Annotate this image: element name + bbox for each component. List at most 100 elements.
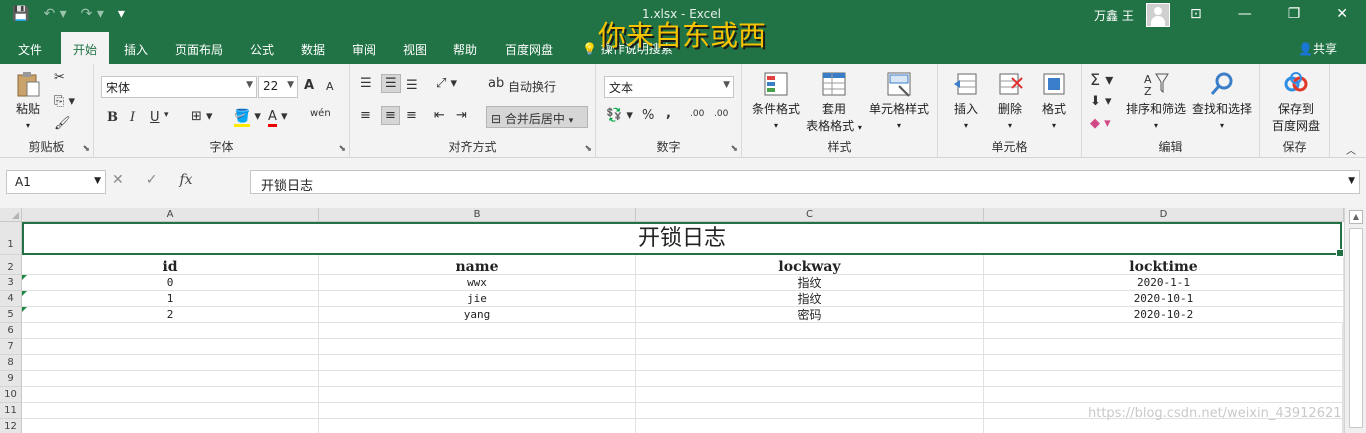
row-header[interactable]: 5 <box>0 307 22 323</box>
table-cell[interactable]: 密码 <box>636 307 984 323</box>
formula-input[interactable]: 开锁日志 ▼ <box>250 170 1360 194</box>
table-header-cell[interactable]: name <box>319 255 636 275</box>
table-cell[interactable]: 1 <box>22 291 319 307</box>
font-color-icon[interactable]: A ▾ <box>268 109 288 127</box>
font-name-select[interactable]: 宋体 ▼ <box>101 76 257 98</box>
avatar[interactable] <box>1146 3 1170 27</box>
row-header[interactable]: 2 <box>0 255 22 275</box>
align-left-icon[interactable]: ≡ <box>360 108 371 123</box>
align-bottom-icon[interactable]: ☰ <box>406 78 418 93</box>
dialog-launcher-icon[interactable]: ⬊ <box>338 144 346 154</box>
save-icon[interactable]: 💾 <box>12 6 29 22</box>
column-header-d[interactable]: D <box>984 208 1344 222</box>
sort-filter-button[interactable]: AZ 排序和筛选 ▾ <box>1124 70 1188 131</box>
decrease-decimal-icon[interactable]: .00 <box>714 109 728 119</box>
align-top-icon[interactable]: ☰ <box>360 76 372 91</box>
minimize-icon[interactable]: — <box>1238 6 1252 22</box>
autosum-icon[interactable]: Σ ▾ <box>1090 70 1113 89</box>
dialog-launcher-icon[interactable]: ⬊ <box>730 144 738 154</box>
row-header[interactable]: 12 <box>0 419 22 433</box>
tab-baidu-netdisk[interactable]: 百度网盘 <box>505 41 553 58</box>
undo-icon[interactable]: ↶ ▾ <box>43 6 66 22</box>
row-header[interactable]: 10 <box>0 387 22 403</box>
delete-cells-button[interactable]: 删除 ▾ <box>990 70 1030 131</box>
align-center-icon[interactable]: ≡ <box>381 106 400 125</box>
cut-icon[interactable]: ✂ <box>54 70 65 85</box>
increase-indent-icon[interactable]: ⇥ <box>456 108 467 123</box>
worksheet-grid[interactable]: A B C D 1 2 3 4 5 6 7 8 9 10 11 12 id na… <box>0 208 1344 433</box>
tab-help[interactable]: 帮助 <box>453 41 477 58</box>
clear-icon[interactable]: ◆ ▾ <box>1090 116 1111 131</box>
insert-function-icon[interactable]: fx <box>179 172 192 188</box>
table-cell[interactable]: 指纹 <box>636 275 984 291</box>
cancel-icon[interactable]: ✕ <box>112 172 124 188</box>
phonetic-guide-icon[interactable]: wén <box>310 108 331 119</box>
font-size-select[interactable]: 22 ▼ <box>258 76 298 98</box>
save-to-baidu-button[interactable]: 保存到 百度网盘 <box>1268 70 1324 134</box>
border-icon[interactable]: ⊞ ▾ <box>191 109 213 124</box>
column-header-a[interactable]: A <box>22 208 319 222</box>
share-button[interactable]: 👤共享 <box>1298 40 1337 57</box>
table-header-cell[interactable]: locktime <box>984 255 1344 275</box>
chevron-down-icon[interactable]: ▾ <box>164 110 169 120</box>
close-icon[interactable]: ✕ <box>1336 6 1348 22</box>
table-cell[interactable]: 2020-10-2 <box>984 307 1344 323</box>
format-painter-icon[interactable]: 🖌 <box>54 116 71 131</box>
row-header[interactable]: 6 <box>0 323 22 339</box>
row-header[interactable]: 3 <box>0 275 22 291</box>
row-header[interactable]: 11 <box>0 403 22 419</box>
copy-icon[interactable]: ⎘ ▾ <box>54 94 75 109</box>
name-box[interactable]: A1 ▼ <box>6 170 106 194</box>
column-header-b[interactable]: B <box>319 208 636 222</box>
collapse-ribbon-icon[interactable]: ︿ <box>1346 142 1356 157</box>
table-cell[interactable]: 指纹 <box>636 291 984 307</box>
vertical-scrollbar[interactable]: ▲ <box>1344 208 1366 433</box>
increase-decimal-icon[interactable]: .00 <box>690 109 704 119</box>
paste-button[interactable]: 粘贴 ▾ <box>8 70 48 131</box>
user-name[interactable]: 万鑫 王 <box>1094 7 1134 24</box>
comma-button[interactable]: , <box>666 106 671 121</box>
scroll-up-icon[interactable]: ▲ <box>1349 210 1363 224</box>
fill-icon[interactable]: ⬇ ▾ <box>1090 94 1112 109</box>
tab-formulas[interactable]: 公式 <box>250 41 274 58</box>
tab-file[interactable]: 文件 <box>18 41 42 58</box>
orientation-icon[interactable]: ⤢ ▾ <box>436 76 457 91</box>
restore-icon[interactable]: ❐ <box>1288 6 1301 22</box>
align-middle-icon[interactable]: ☰ <box>381 74 401 93</box>
dialog-launcher-icon[interactable]: ⬊ <box>584 144 592 154</box>
find-select-button[interactable]: 查找和选择 ▾ <box>1190 70 1254 131</box>
wrap-text-icon[interactable]: ab <box>488 76 504 91</box>
number-format-select[interactable]: 文本 ▼ <box>604 76 734 98</box>
fill-color-icon[interactable]: 🪣 ▾ <box>234 109 261 127</box>
table-cell[interactable]: jie <box>319 291 636 307</box>
scroll-thumb[interactable] <box>1349 228 1363 428</box>
tab-review[interactable]: 审阅 <box>352 41 376 58</box>
tab-page-layout[interactable]: 页面布局 <box>175 41 223 58</box>
merge-center-button[interactable]: ⊟ 合并后居中 ▾ <box>486 106 588 128</box>
tab-data[interactable]: 数据 <box>301 41 325 58</box>
table-header-cell[interactable]: id <box>22 255 319 275</box>
table-cell[interactable]: wwx <box>319 275 636 291</box>
row-header[interactable]: 1 <box>0 222 22 255</box>
tab-insert[interactable]: 插入 <box>124 41 148 58</box>
select-all-button[interactable] <box>0 208 22 222</box>
table-cell[interactable]: 2 <box>22 307 319 323</box>
enter-icon[interactable]: ✓ <box>146 172 158 188</box>
row-header[interactable]: 9 <box>0 371 22 387</box>
row-header[interactable]: 8 <box>0 355 22 371</box>
decrease-indent-icon[interactable]: ⇤ <box>434 108 445 123</box>
format-cells-button[interactable]: 格式 ▾ <box>1034 70 1074 131</box>
table-cell[interactable]: 2020-1-1 <box>984 275 1344 291</box>
format-as-table-button[interactable]: 套用 表格格式 ▾ <box>804 70 864 134</box>
table-cell[interactable]: 2020-10-1 <box>984 291 1344 307</box>
tab-view[interactable]: 视图 <box>403 41 427 58</box>
table-cell[interactable]: 0 <box>22 275 319 291</box>
tab-home[interactable]: 开始 <box>61 32 110 64</box>
row-header[interactable]: 4 <box>0 291 22 307</box>
shrink-font-icon[interactable]: A <box>326 80 334 93</box>
italic-button[interactable]: I <box>130 110 135 125</box>
cell-styles-button[interactable]: 单元格样式 ▾ <box>864 70 934 131</box>
conditional-format-button[interactable]: 条件格式 ▾ <box>748 70 804 131</box>
bold-button[interactable]: B <box>107 110 118 125</box>
ribbon-display-icon[interactable]: ⊡ <box>1190 6 1202 22</box>
